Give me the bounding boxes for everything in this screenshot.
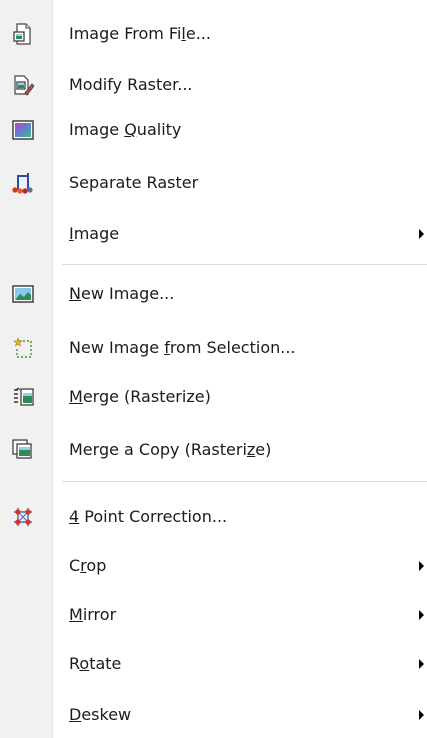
- menu-item-label: Image From File...: [69, 24, 211, 43]
- submenu-arrow-icon: [419, 659, 424, 669]
- menu-item-label: Merge (Rasterize): [69, 387, 211, 406]
- menu-item-mirror[interactable]: Mirror: [0, 596, 427, 634]
- menu-item-separate-raster[interactable]: Separate Raster: [0, 164, 427, 202]
- menu-item-label: New Image from Selection...: [69, 338, 296, 357]
- menu-item-label: Merge a Copy (Rasterize): [69, 440, 272, 459]
- context-menu: Image From File... Modify Raster... Imag…: [0, 0, 427, 738]
- menu-item-label: Mirror: [69, 605, 117, 624]
- menu-item-label: New Image...: [69, 284, 175, 303]
- submenu-arrow-icon: [419, 229, 424, 239]
- menu-item-label: Crop: [69, 556, 107, 575]
- four-point-correction-icon: [12, 506, 34, 528]
- menu-item-merge-copy-rasterize[interactable]: Merge a Copy (Rasterize): [0, 431, 427, 469]
- menu-item-rotate[interactable]: Rotate: [0, 645, 427, 683]
- modify-raster-icon: [12, 74, 34, 96]
- menu-item-crop[interactable]: Crop: [0, 547, 427, 585]
- merge-copy-icon: [12, 439, 34, 461]
- menu-item-label: Image: [69, 224, 120, 243]
- menu-item-merge-rasterize[interactable]: Merge (Rasterize): [0, 378, 427, 416]
- submenu-arrow-icon: [419, 561, 424, 571]
- menu-item-image[interactable]: Image: [0, 215, 427, 253]
- menu-item-label: 4 Point Correction...: [69, 507, 228, 526]
- menu-item-image-quality[interactable]: Image Quality: [0, 111, 427, 149]
- menu-item-modify-raster[interactable]: Modify Raster...: [0, 66, 427, 104]
- menu-item-label: Modify Raster...: [69, 75, 193, 94]
- separate-raster-icon: [12, 172, 34, 194]
- menu-item-label: Image Quality: [69, 120, 182, 139]
- menu-separator-highlight: [62, 482, 427, 483]
- menu-separator-highlight: [62, 265, 427, 266]
- menu-item-label: Separate Raster: [69, 173, 199, 192]
- menu-item-label: Deskew: [69, 705, 132, 724]
- new-image-icon: [12, 283, 34, 305]
- menu-item-deskew[interactable]: Deskew: [0, 696, 427, 734]
- submenu-arrow-icon: [419, 610, 424, 620]
- image-from-file-icon: [12, 23, 34, 45]
- new-image-from-selection-icon: [12, 337, 34, 359]
- menu-item-four-point-correction[interactable]: 4 Point Correction...: [0, 498, 427, 536]
- menu-item-label: Rotate: [69, 654, 122, 673]
- merge-rasterize-icon: [12, 386, 34, 408]
- image-quality-icon: [12, 119, 34, 141]
- menu-item-new-image-from-selection[interactable]: New Image from Selection...: [0, 329, 427, 367]
- submenu-arrow-icon: [419, 710, 424, 720]
- menu-item-image-from-file[interactable]: Image From File...: [0, 15, 427, 53]
- menu-item-new-image[interactable]: New Image...: [0, 275, 427, 313]
